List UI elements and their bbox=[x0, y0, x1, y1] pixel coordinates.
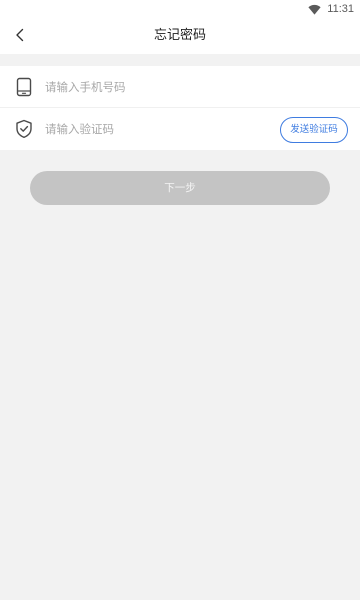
send-code-button[interactable]: 发送验证码 bbox=[280, 117, 348, 143]
header-bar: 忘记密码 bbox=[0, 18, 360, 54]
form-card: 发送验证码 bbox=[0, 66, 360, 150]
mobile-phone-icon bbox=[14, 77, 34, 97]
next-button[interactable]: 下一步 bbox=[30, 171, 330, 205]
verification-code-input[interactable] bbox=[45, 118, 265, 140]
status-bar: 11:31 bbox=[0, 0, 360, 18]
shield-check-icon bbox=[14, 119, 34, 139]
back-button[interactable] bbox=[8, 24, 32, 48]
phone-input[interactable] bbox=[45, 76, 265, 98]
verification-code-row: 发送验证码 bbox=[0, 108, 360, 150]
status-indicators: 11:31 bbox=[308, 1, 354, 17]
page-title: 忘记密码 bbox=[153, 28, 206, 43]
wifi-icon bbox=[308, 4, 321, 15]
phone-row bbox=[0, 66, 360, 108]
back-chevron-icon bbox=[15, 27, 25, 46]
status-time: 11:31 bbox=[327, 3, 354, 15]
